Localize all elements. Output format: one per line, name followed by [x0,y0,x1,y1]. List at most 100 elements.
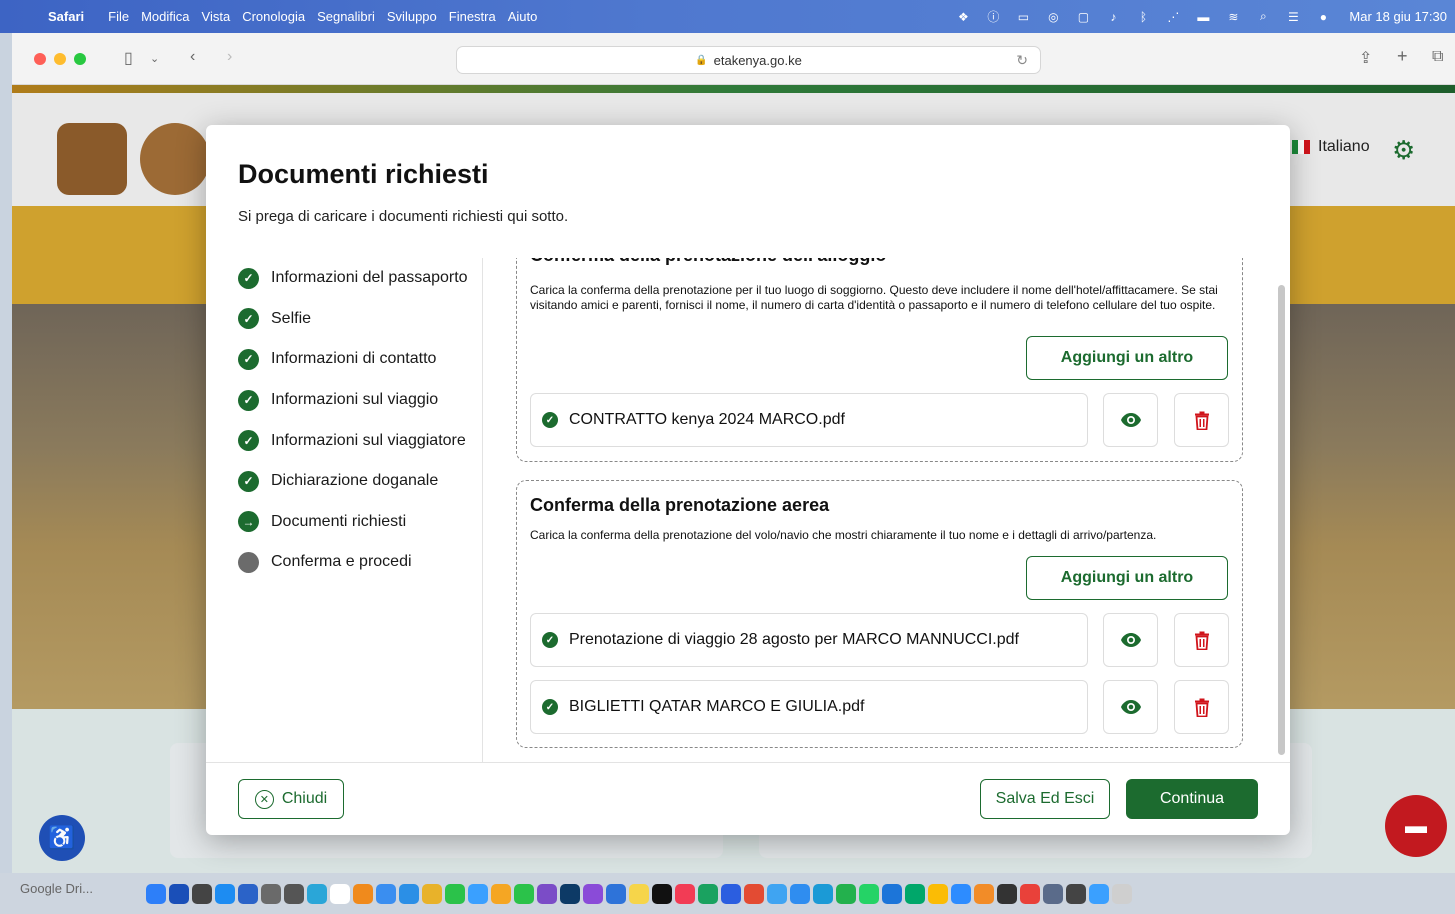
zoom-window-button[interactable] [74,53,86,65]
app-icon[interactable] [790,884,810,904]
app-icon[interactable] [1020,884,1040,904]
app-icon[interactable] [606,884,626,904]
mail-icon[interactable] [376,884,396,904]
photos-icon[interactable] [491,884,511,904]
back-icon[interactable]: ‹ [190,48,195,66]
dock-left-label[interactable]: Google Dri... [20,881,93,896]
zoom-icon[interactable] [951,884,971,904]
messages-icon[interactable] [445,884,465,904]
trash-bin-icon[interactable] [1112,884,1132,904]
menu-file[interactable]: File [108,9,141,24]
app-icon[interactable] [353,884,373,904]
app-store-icon[interactable] [215,884,235,904]
safari-icon[interactable] [399,884,419,904]
close-button[interactable]: ✕ Chiudi [238,779,344,819]
view-file-button[interactable] [1103,393,1158,447]
facetime-icon[interactable] [514,884,534,904]
activity-icon[interactable]: ⋰ [1165,10,1181,24]
whatsapp-icon[interactable] [859,884,879,904]
chevron-down-icon[interactable]: ⌄ [150,52,159,65]
app-icon[interactable] [905,884,925,904]
control-center-icon[interactable]: ☰ [1285,10,1301,24]
documents-scroll-area[interactable]: Conferma della prenotazione dell'alloggi… [500,258,1260,763]
app-icon[interactable] [261,884,281,904]
airplay-icon[interactable]: ◎ [1045,10,1061,24]
wifi-icon[interactable]: ≋ [1225,10,1241,24]
launchpad-icon[interactable] [169,884,189,904]
clock[interactable]: Mar 18 giu 17:30 [1349,9,1447,24]
language-selector[interactable]: Italiano [1292,138,1370,156]
chat-button[interactable]: ▬ [1385,795,1447,857]
save-exit-button[interactable]: Salva Ed Esci [980,779,1110,819]
folder-icon[interactable] [1089,884,1109,904]
share-icon[interactable]: ⇪ [1359,48,1372,68]
dropbox-icon[interactable]: ❖ [955,10,971,24]
menu-app-name[interactable]: Safari [48,9,96,24]
app-icon[interactable] [468,884,488,904]
window-icon[interactable]: ▭ [1015,10,1031,24]
app-icon[interactable] [192,884,212,904]
finder-icon[interactable] [146,884,166,904]
step-trip[interactable]: ✓ Informazioni sul viaggio [238,380,483,421]
address-bar[interactable]: 🔒 etakenya.go.ke ↻ [456,46,1041,74]
app-icon[interactable] [997,884,1017,904]
calendar-icon[interactable] [330,884,350,904]
battery-icon[interactable]: ▬ [1195,10,1211,24]
notes-icon[interactable] [629,884,649,904]
scrollbar[interactable] [1278,285,1285,755]
view-file-button[interactable] [1103,680,1158,734]
delete-file-button[interactable] [1174,680,1229,734]
add-another-button[interactable]: Aggiungi un altro [1026,556,1228,600]
app-icon[interactable] [1066,884,1086,904]
menu-finestra[interactable]: Finestra [449,9,508,24]
drive-icon[interactable] [928,884,948,904]
view-file-button[interactable] [1103,613,1158,667]
menu-sviluppo[interactable]: Sviluppo [387,9,449,24]
word-icon[interactable] [721,884,741,904]
display-icon[interactable]: ▢ [1075,10,1091,24]
delete-file-button[interactable] [1174,613,1229,667]
step-contact[interactable]: ✓ Informazioni di contatto [238,339,483,380]
app-icon[interactable] [813,884,833,904]
calculator-icon[interactable] [284,884,304,904]
app-icon[interactable] [238,884,258,904]
step-confirm[interactable]: Conferma e procedi [238,542,483,583]
add-another-button[interactable]: Aggiungi un altro [1026,336,1228,380]
menu-vista[interactable]: Vista [202,9,243,24]
apple-tv-icon[interactable] [652,884,672,904]
search-icon[interactable]: ⌕ [1255,9,1271,24]
volume-icon[interactable]: ♪ [1105,10,1121,24]
forward-icon[interactable]: › [227,48,232,66]
minimize-window-button[interactable] [54,53,66,65]
tabs-overview-icon[interactable]: ⧉ [1432,48,1443,66]
delete-file-button[interactable] [1174,393,1229,447]
step-traveler[interactable]: ✓ Informazioni sul viaggiatore [238,420,483,461]
music-icon[interactable] [675,884,695,904]
gear-icon[interactable]: ⚙ [1392,135,1415,166]
app-icon[interactable] [882,884,902,904]
step-documents[interactable]: → Documenti richiesti [238,502,483,543]
menu-modifica[interactable]: Modifica [141,9,201,24]
accessibility-button[interactable]: ♿ [39,815,85,861]
menu-segnalibri[interactable]: Segnalibri [317,9,387,24]
continue-button[interactable]: Continua [1126,779,1258,819]
app-icon[interactable] [698,884,718,904]
app-icon[interactable] [1043,884,1063,904]
chrome-icon[interactable] [422,884,442,904]
reload-icon[interactable]: ↻ [1016,52,1028,69]
sidebar-icon[interactable]: ▯ [124,48,133,68]
info-icon[interactable]: ⓘ [985,10,1001,24]
app-icon[interactable] [307,884,327,904]
step-selfie[interactable]: ✓ Selfie [238,299,483,340]
new-tab-icon[interactable]: + [1397,46,1408,67]
app-icon[interactable] [974,884,994,904]
photoshop-icon[interactable] [560,884,580,904]
close-window-button[interactable] [34,53,46,65]
bluetooth-icon[interactable]: ᛒ [1135,10,1151,24]
app-icon[interactable] [537,884,557,904]
menu-cronologia[interactable]: Cronologia [242,9,317,24]
app-icon[interactable] [767,884,787,904]
app-icon[interactable] [836,884,856,904]
app-icon[interactable] [744,884,764,904]
step-passport[interactable]: ✓ Informazioni del passaporto [238,258,483,299]
